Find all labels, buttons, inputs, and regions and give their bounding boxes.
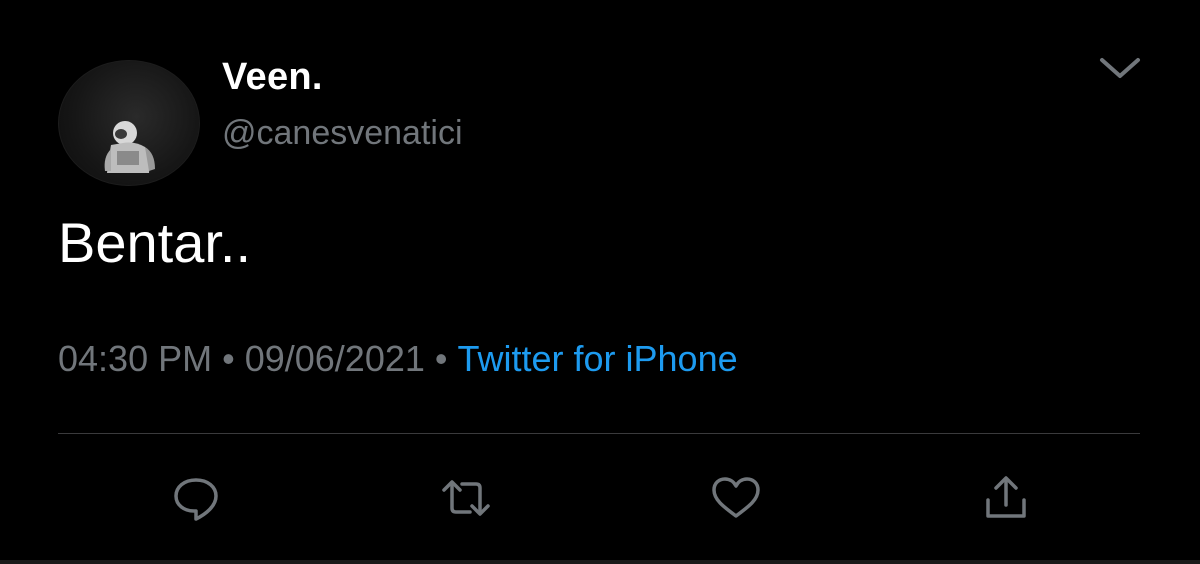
avatar[interactable] (58, 60, 200, 186)
more-options-button[interactable] (1090, 48, 1150, 88)
user-handle[interactable]: @canesvenatici (222, 114, 463, 153)
tweet-meta: 04:30 PM • 09/06/2021 • Twitter for iPhone (58, 338, 738, 380)
chevron-down-icon (1100, 58, 1140, 78)
share-icon (986, 476, 1026, 518)
tweet-time: 04:30 PM (58, 338, 213, 379)
like-button[interactable] (706, 470, 766, 526)
reply-icon (174, 478, 218, 521)
retweet-button[interactable] (436, 470, 496, 526)
tweet-source-link[interactable]: Twitter for iPhone (458, 338, 738, 379)
share-button[interactable] (976, 470, 1036, 526)
reply-button[interactable] (166, 470, 226, 526)
retweet-icon (442, 480, 490, 516)
tweet-text: Bentar.. (58, 211, 252, 274)
divider (58, 433, 1140, 434)
meta-separator: • (222, 338, 235, 379)
display-name[interactable]: Veen. (222, 56, 323, 99)
tweet-card: Veen. @canesvenatici Bentar.. 04:30 PM • 0… (0, 0, 1200, 564)
bottom-divider (0, 560, 1200, 564)
heart-icon (712, 477, 760, 518)
meta-separator: • (434, 338, 448, 379)
astronaut-avatar-image (104, 121, 155, 173)
tweet-date[interactable]: 09/06/2021 (245, 338, 425, 379)
